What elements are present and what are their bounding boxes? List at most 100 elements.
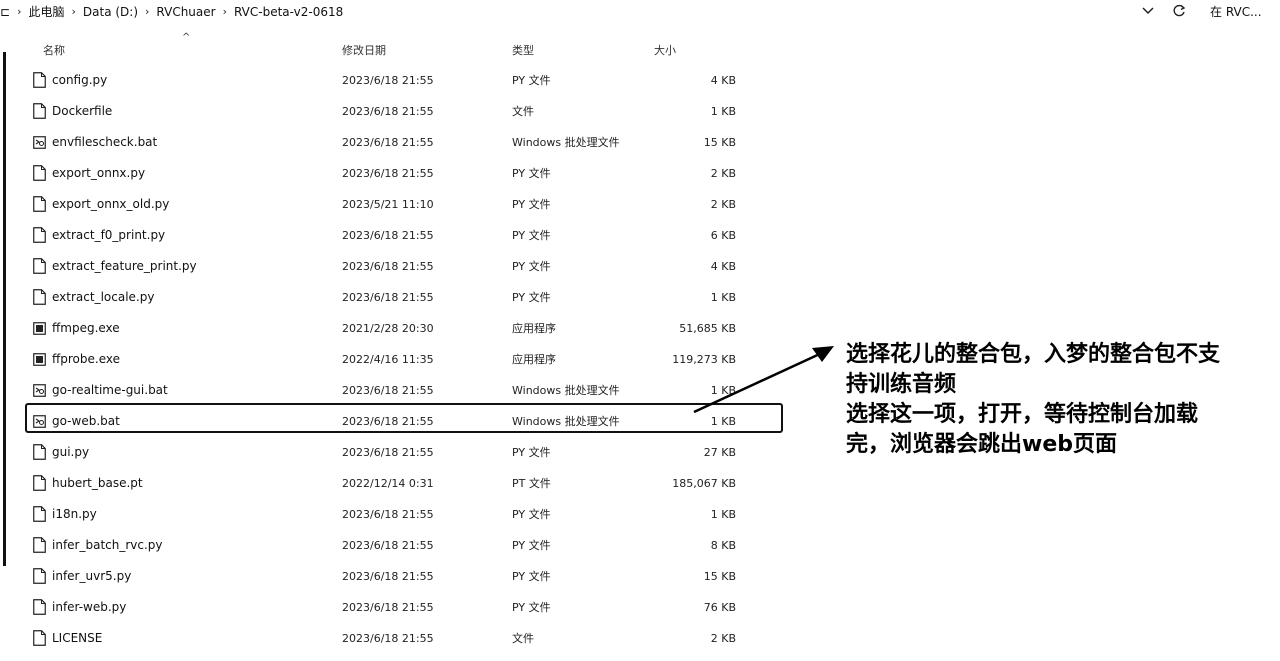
file-type: 应用程序	[512, 353, 556, 366]
chevron-right-icon: ›	[145, 5, 150, 18]
file-name: hubert_base.pt	[52, 476, 143, 490]
file-row[interactable]: extract_feature_print.py 2023/6/18 21:55 P…	[0, 251, 760, 282]
file-name: Dockerfile	[52, 104, 113, 118]
file-type: Windows 批处理文件	[512, 384, 620, 397]
file-name: LICENSE	[52, 631, 103, 645]
file-row[interactable]: Dockerfile 2023/6/18 21:55 文件 1 KB	[0, 96, 760, 127]
exe-icon	[33, 322, 46, 335]
file-icon	[33, 72, 46, 88]
file-row[interactable]: infer_batch_rvc.py 2023/6/18 21:55 PY 文件 8 …	[0, 530, 760, 561]
file-icon	[33, 196, 46, 212]
breadcrumb-item-current-folder[interactable]: RVC-beta-v2-0618	[234, 5, 343, 19]
file-type: PY 文件	[512, 74, 551, 87]
file-row[interactable]: infer-web.py 2023/6/18 21:55 PY 文件 76 KB	[0, 592, 760, 623]
file-type: 文件	[512, 105, 534, 118]
annotation-text: 选择花儿的整合包，入梦的整合包不支 持训练音频 选择这一项，打开，等待控制台加载…	[846, 340, 1276, 460]
file-type: PY 文件	[512, 539, 551, 552]
file-row[interactable]: extract_locale.py 2023/6/18 21:55 PY 文件 1 K…	[0, 282, 760, 313]
highlight-box	[25, 403, 783, 433]
file-size: 15 KB	[703, 570, 736, 583]
file-size: 4 KB	[710, 260, 736, 273]
file-icon	[33, 258, 46, 274]
file-row[interactable]: gui.py 2023/6/18 21:55 PY 文件 27 KB	[0, 437, 760, 468]
file-row[interactable]: envfilescheck.bat 2023/6/18 21:55 Windows …	[0, 127, 760, 158]
file-row[interactable]: config.py 2023/6/18 21:55 PY 文件 4 KB	[0, 65, 760, 96]
file-date: 2023/6/18 21:55	[342, 229, 434, 242]
annotation-line: 选择这一项，打开，等待控制台加载	[846, 402, 1199, 427]
file-date: 2023/6/18 21:55	[342, 291, 434, 304]
address-bar: ⊏ › 此电脑 › Data (D:) › RVChuaer › RVC-bet…	[0, 0, 1280, 24]
file-row[interactable]: ffprobe.exe 2022/4/16 11:35 应用程序 119,273 KB	[0, 344, 760, 375]
file-row[interactable]: export_onnx.py 2023/6/18 21:55 PY 文件 2 KB	[0, 158, 760, 189]
batch-file-icon	[33, 384, 46, 397]
file-name: config.py	[52, 73, 108, 87]
file-row[interactable]: infer_uvr5.py 2023/6/18 21:55 PY 文件 15 KB	[0, 561, 760, 592]
file-type: PY 文件	[512, 446, 551, 459]
file-name: go-realtime-gui.bat	[52, 383, 168, 397]
file-size: 2 KB	[710, 198, 736, 211]
file-size: 76 KB	[703, 601, 736, 614]
file-date: 2022/12/14 0:31	[342, 477, 434, 490]
file-date: 2023/6/18 21:55	[342, 632, 434, 645]
file-type: PY 文件	[512, 260, 551, 273]
file-row[interactable]: LICENSE 2023/6/18 21:55 文件 2 KB	[0, 623, 760, 654]
file-size: 1 KB	[710, 508, 736, 521]
column-header-type[interactable]: 类型	[512, 42, 534, 58]
file-size: 8 KB	[710, 539, 736, 552]
file-date: 2023/6/18 21:55	[342, 384, 434, 397]
file-size: 27 KB	[703, 446, 736, 459]
file-date: 2022/4/16 11:35	[342, 353, 434, 366]
file-date: 2023/6/18 21:55	[342, 446, 434, 459]
file-icon	[33, 599, 46, 615]
breadcrumb-item-rvchuaer[interactable]: RVChuaer	[156, 5, 215, 19]
address-dropdown-button[interactable]	[1139, 2, 1157, 20]
file-row[interactable]: i18n.py 2023/6/18 21:55 PY 文件 1 KB	[0, 499, 760, 530]
file-icon	[33, 289, 46, 305]
column-header-name[interactable]: 名称	[43, 42, 65, 58]
file-name: envfilescheck.bat	[52, 135, 158, 149]
file-row[interactable]: export_onnx_old.py 2023/5/21 11:10 PY 文件 2 …	[0, 189, 760, 220]
file-date: 2023/6/18 21:55	[342, 105, 434, 118]
file-size: 119,273 KB	[672, 353, 736, 366]
file-icon	[33, 506, 46, 522]
file-type: PY 文件	[512, 167, 551, 180]
file-size: 4 KB	[710, 74, 736, 87]
file-name: ffmpeg.exe	[52, 321, 120, 335]
file-date: 2023/6/18 21:55	[342, 260, 434, 273]
annotation-line: 持训练音频	[846, 372, 957, 397]
column-header-size[interactable]: 大小	[654, 42, 676, 58]
column-header-date[interactable]: 修改日期	[342, 42, 386, 58]
file-type: PY 文件	[512, 229, 551, 242]
file-icon	[33, 537, 46, 553]
sort-ascending-icon: ^	[182, 32, 191, 43]
file-icon	[33, 227, 46, 243]
file-type: 应用程序	[512, 322, 556, 335]
refresh-button[interactable]	[1170, 2, 1188, 20]
file-size: 6 KB	[710, 229, 736, 242]
file-type: PY 文件	[512, 508, 551, 521]
file-type: 文件	[512, 632, 534, 645]
file-date: 2021/2/28 20:30	[342, 322, 434, 335]
file-type: PY 文件	[512, 198, 551, 211]
file-row[interactable]: hubert_base.pt 2022/12/14 0:31 PT 文件 185,06…	[0, 468, 760, 499]
file-type: Windows 批处理文件	[512, 136, 620, 149]
file-date: 2023/6/18 21:55	[342, 539, 434, 552]
file-name: gui.py	[52, 445, 90, 459]
breadcrumb-item-drive[interactable]: Data (D:)	[83, 5, 138, 19]
chevron-down-icon	[1142, 7, 1154, 15]
file-name: extract_feature_print.py	[52, 259, 197, 273]
file-row[interactable]: extract_f0_print.py 2023/6/18 21:55 PY 文件 6…	[0, 220, 760, 251]
file-date: 2023/5/21 11:10	[342, 198, 434, 211]
file-row[interactable]: ffmpeg.exe 2021/2/28 20:30 应用程序 51,685 KB	[0, 313, 760, 344]
file-name: infer_uvr5.py	[52, 569, 132, 583]
chevron-right-icon: ›	[71, 5, 76, 18]
search-input[interactable]: 在 RVC...	[1210, 3, 1262, 20]
file-date: 2023/6/18 21:55	[342, 136, 434, 149]
file-size: 15 KB	[703, 136, 736, 149]
file-icon	[33, 475, 46, 491]
batch-file-icon	[33, 136, 46, 149]
file-row[interactable]: go-realtime-gui.bat 2023/6/18 21:55 Window…	[0, 375, 760, 406]
breadcrumb-item-this-pc[interactable]: 此电脑	[28, 3, 64, 20]
file-name: export_onnx_old.py	[52, 197, 170, 211]
chevron-right-icon: ›	[17, 5, 22, 18]
